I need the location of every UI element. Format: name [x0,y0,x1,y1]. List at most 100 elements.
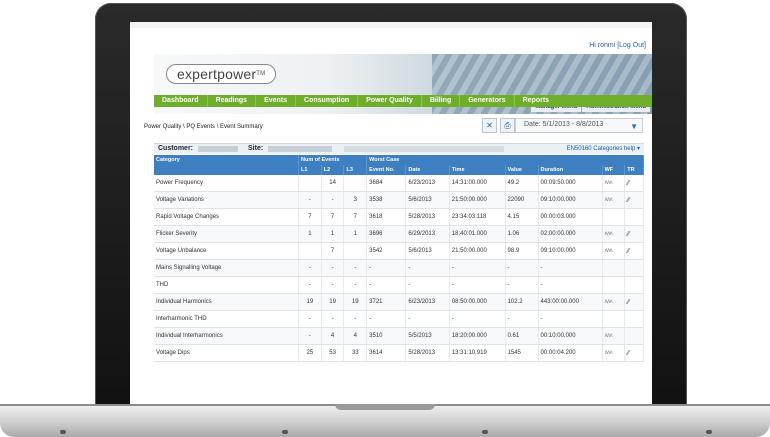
cell-tr-icon[interactable]: ⁄⁄ [624,344,644,362]
header-worst-case: Worst Case [366,155,644,165]
cell-event-no: 3542 [366,242,407,260]
laptop-foot [706,430,712,434]
nav-power-quality[interactable]: Power Quality [358,95,422,107]
cell-tr-icon[interactable] [624,276,644,294]
customer-label: Customer: [158,145,194,152]
cell-value: 49.2 [505,175,539,192]
cell-l1: 19 [298,293,322,311]
cell-date: - [405,259,450,277]
nav-generators[interactable]: Generators [460,95,515,107]
export-excel-button[interactable]: ✕ [482,118,497,133]
site-select[interactable] [268,146,332,152]
cell-tr-icon[interactable] [624,310,644,328]
laptop-foot [282,430,288,434]
cell-wf-icon[interactable]: ʌʌʌ [602,327,626,345]
cell-tr-icon[interactable]: ⁄⁄ [624,242,644,260]
table-row[interactable]: Interharmonic THD - - - - - - - - [154,310,644,328]
cell-l1 [298,242,322,260]
cell-category: Voltage Variations [154,191,300,209]
header-value: Value [505,165,539,175]
nav-billing[interactable]: Billing [422,95,461,107]
cell-l1: - [298,276,322,294]
cell-wf-icon[interactable]: ʌʌʌ [602,225,626,243]
cell-time: 14:31:00.000 [449,175,506,192]
cell-l3: 33 [343,344,368,362]
cell-date: 5/5/2013 [405,327,450,345]
cell-wf-icon[interactable] [602,276,626,294]
cell-category: THD [154,276,300,294]
table-row[interactable]: Individual Harmonics 19 19 19 3721 6/23/2013 0… [154,293,644,311]
cell-wf-icon[interactable]: ʌʌʌ [602,191,626,209]
cell-l3: 4 [343,327,368,345]
header-tr: TR [624,165,644,175]
nav-dashboard[interactable]: Dashboard [154,95,208,107]
customer-select[interactable] [198,146,238,152]
header-blank [154,165,300,175]
cell-value: 1.06 [505,225,539,243]
cell-l3: - [343,259,368,277]
nav-readings[interactable]: Readings [208,95,257,107]
cell-tr-icon[interactable] [624,327,644,345]
cell-l1: 7 [298,208,322,226]
nav-consumption[interactable]: Consumption [296,95,359,107]
cell-date: 5/28/2013 [405,208,450,226]
cell-tr-icon[interactable] [624,208,644,226]
table-row[interactable]: Flicker Severity 1 1 1 3696 6/29/2013 18:40:01… [154,225,644,243]
cell-l2: 7 [321,242,345,260]
header-event-no: Event No. [366,165,407,175]
cell-wf-icon[interactable] [602,310,626,328]
cell-time: 08:50:00.000 [449,293,506,311]
cell-wf-icon[interactable]: ʌʌʌ [602,344,626,362]
cell-event-no: - [366,310,407,328]
cell-date: 5/28/2013 [405,344,450,362]
cell-value: 0.61 [505,327,539,345]
cell-l1: 1 [298,225,322,243]
site-extra-field [344,146,504,152]
header-num-events: Num of Events [298,155,368,165]
chevron-down-icon[interactable]: ▼ [630,122,638,131]
cell-tr-icon[interactable]: ⁄⁄ [624,225,644,243]
cell-tr-icon[interactable]: ⁄⁄ [624,293,644,311]
table-row[interactable]: Rapid Voltage Changes 7 7 7 3618 5/28/2013 23:… [154,208,644,226]
cell-tr-icon[interactable]: ⁄⁄ [624,191,644,209]
cell-date: 6/29/2013 [405,225,450,243]
cell-l2: 4 [321,327,345,345]
cell-wf-icon[interactable]: ʌʌʌ [602,175,626,192]
cell-time: 18:40:01.000 [449,225,506,243]
cell-tr-icon[interactable] [624,259,644,277]
cell-time: - [449,259,506,277]
cell-category: Individual Harmonics [154,293,300,311]
nav-events[interactable]: Events [256,95,297,107]
table-row[interactable]: THD - - - - - - - - [154,276,644,294]
table-row[interactable]: Mains Signalling Voltage - - - - - - - - [154,259,644,277]
header-duration: Duration [538,165,603,175]
cell-wf-icon[interactable] [602,259,626,277]
print-button[interactable]: ⎙ [500,118,515,133]
table-row[interactable]: Individual Interharmonics -4 4 3510 5/5/2013… [154,327,644,345]
date-range-picker[interactable]: Date: 5/1/2013 - 8/8/2013 ▼ [515,118,643,133]
cell-duration: - [538,276,603,294]
cell-wf-icon[interactable] [602,208,626,226]
table-row[interactable]: Power Frequency 14 3684 6/23/2013 14:31:00.0… [154,175,644,192]
cell-category: Flicker Severity [154,225,300,243]
table-row[interactable]: Voltage Unbalance 7 3542 5/6/2013 21:50:00.0… [154,242,644,260]
cell-l2: 53 [321,344,345,362]
cell-l2: - [321,191,345,209]
cell-tr-icon[interactable]: ⁄⁄ [624,175,644,192]
cell-category: Interharmonic THD [154,310,300,328]
table-row[interactable]: Voltage Dips 25 53 33 3614 5/28/2013 13:31:10.… [154,344,644,362]
cell-category: Power Frequency [154,175,300,192]
nav-reports[interactable]: Reports [515,95,557,107]
cell-duration: 443:00:00.000 [538,293,603,311]
cell-wf-icon[interactable]: ʌʌʌ [602,242,626,260]
cell-event-no: 3618 [366,208,407,226]
cell-date: 6/23/2013 [405,175,450,192]
cell-wf-icon[interactable]: ʌʌʌ [602,293,626,311]
en50160-help-link[interactable]: EN50160 Categories help ▾ [567,144,640,154]
header-time: Time [449,165,506,175]
customer-bar: Customer: Site: EN50160 Categories help … [154,143,644,154]
user-greeting[interactable]: Hi ronmi [Log Out] [589,42,646,49]
table-row[interactable]: Voltage Variations - -3 3538 5/6/2013 21:50:0… [154,191,644,209]
cell-event-no: - [366,276,407,294]
cell-time: 13:31:10.919 [449,344,506,362]
